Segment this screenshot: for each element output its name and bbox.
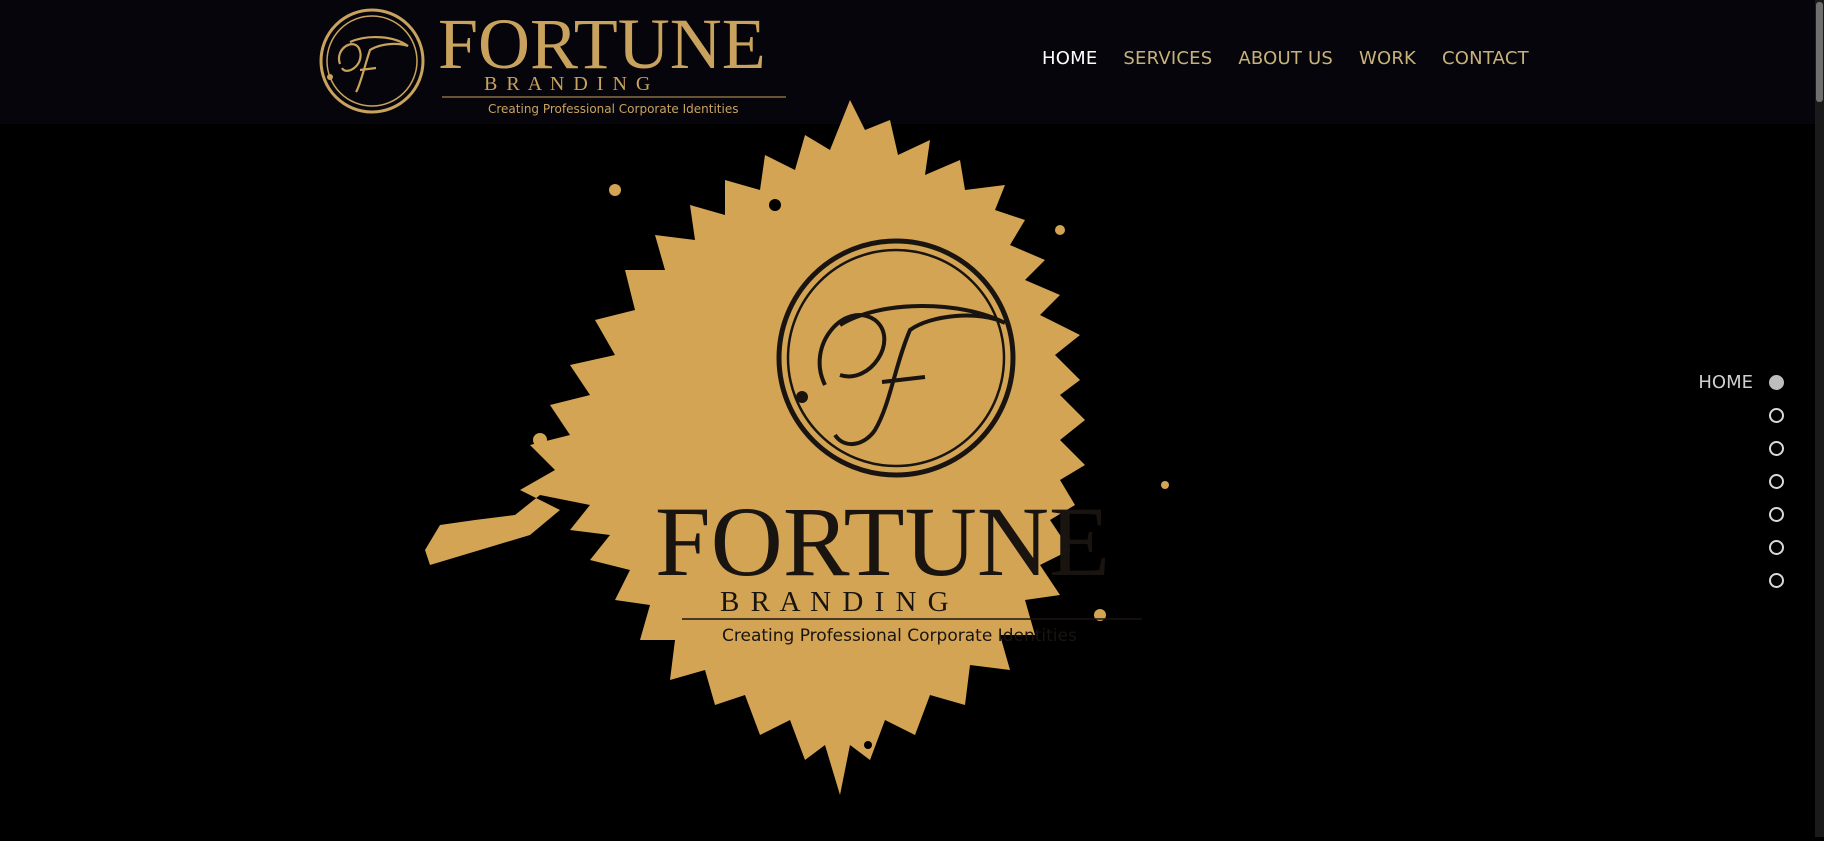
logo-branding: B R A N D I N G xyxy=(484,73,652,95)
dot-nav-item xyxy=(1584,432,1784,465)
nav-about-us[interactable]: ABOUT US xyxy=(1238,48,1333,69)
dot-nav-item: HOME xyxy=(1584,366,1784,399)
nav-services[interactable]: SERVICES xyxy=(1123,48,1212,69)
dot-nav-2[interactable] xyxy=(1769,408,1784,423)
hero-splash: FORTUNE B R A N D I N G Creating Profess… xyxy=(420,95,1290,837)
dot-nav-item xyxy=(1584,531,1784,564)
dot-nav-4[interactable] xyxy=(1769,474,1784,489)
dot-nav-5[interactable] xyxy=(1769,507,1784,522)
scrollbar-thumb[interactable] xyxy=(1816,2,1823,102)
dot-nav-7[interactable] xyxy=(1769,573,1784,588)
dot-nav-item xyxy=(1584,498,1784,531)
dot-nav-home[interactable] xyxy=(1769,375,1784,390)
gold-paint-splash-icon: FORTUNE B R A N D I N G Creating Profess… xyxy=(425,100,1169,795)
dot-nav-6[interactable] xyxy=(1769,540,1784,555)
nav-work[interactable]: WORK xyxy=(1359,48,1416,69)
dot-nav-item xyxy=(1584,465,1784,498)
dot-nav-item xyxy=(1584,399,1784,432)
dot-nav-label: HOME xyxy=(1698,372,1753,393)
nav-contact[interactable]: CONTACT xyxy=(1442,48,1529,69)
nav-home[interactable]: HOME xyxy=(1042,48,1097,69)
hero-branding: B R A N D I N G xyxy=(720,586,951,618)
main-nav: HOME SERVICES ABOUT US WORK CONTACT xyxy=(1042,48,1529,69)
dot-nav-item xyxy=(1584,564,1784,597)
hero-tagline: Creating Professional Corporate Identiti… xyxy=(722,626,1077,646)
page-scrollbar[interactable] xyxy=(1815,0,1824,837)
hero-wordmark: FORTUNE xyxy=(655,486,1110,597)
section-dot-nav: HOME xyxy=(1584,366,1784,597)
dot-nav-3[interactable] xyxy=(1769,441,1784,456)
